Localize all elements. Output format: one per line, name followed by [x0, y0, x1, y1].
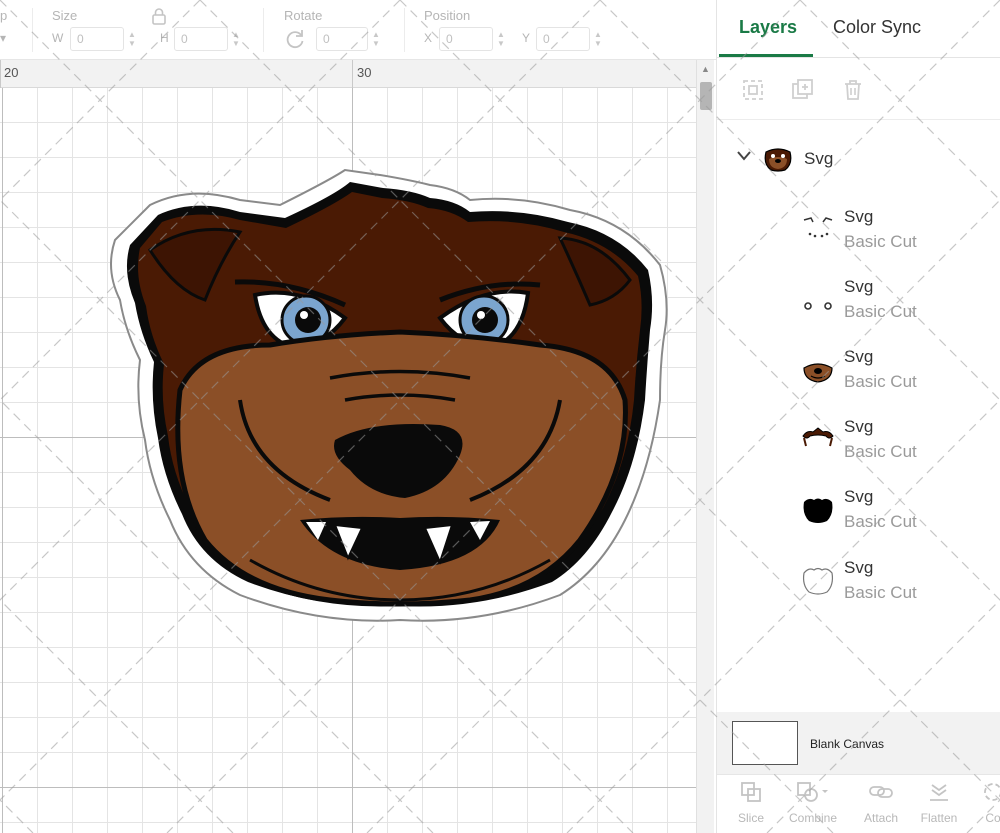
slice-icon: [721, 781, 781, 807]
layer-type: Basic Cut: [844, 583, 917, 602]
canvas-scrollbar[interactable]: ▲: [696, 60, 714, 833]
slice-label: Slice: [737, 811, 764, 825]
layer-name: Svg: [844, 487, 874, 506]
layer-item[interactable]: Svg Basic Cut: [717, 200, 1000, 262]
layer-type: Basic Cut: [844, 512, 917, 531]
layer-name: Svg: [844, 207, 874, 226]
y-position-input[interactable]: 0: [536, 27, 590, 51]
layer-item[interactable]: Svg Basic Cut: [717, 340, 1000, 402]
slice-button[interactable]: Slice: [721, 781, 781, 825]
active-tab-indicator: [719, 54, 813, 57]
size-label: Size: [52, 8, 78, 23]
design-canvas[interactable]: [0, 88, 696, 833]
width-stepper[interactable]: ▲ ▼: [124, 27, 140, 51]
group-name: Svg: [804, 149, 834, 168]
group-thumbnail: [763, 146, 793, 177]
rotate-input[interactable]: 0: [316, 27, 368, 51]
contour-icon: [963, 781, 1000, 807]
y-position-stepper[interactable]: ▲ ▼: [590, 27, 606, 51]
combine-button[interactable]: Combine: [783, 781, 843, 825]
rotate-icon: [284, 28, 306, 55]
layer-actions: [717, 58, 1000, 120]
layer-name: Svg: [844, 347, 874, 366]
duplicate-icon[interactable]: [791, 78, 815, 102]
contour-button[interactable]: Co: [963, 781, 1000, 825]
blank-canvas-row[interactable]: Blank Canvas: [717, 712, 1000, 774]
toolbar-partial-label: p: [0, 8, 8, 23]
panel-tabs: Layers Color Sync: [717, 0, 1000, 58]
white-offset-thumbnail: [801, 563, 835, 597]
chevron-down-icon[interactable]: [737, 148, 751, 165]
toolbar-divider: [263, 8, 264, 52]
layer-name: Svg: [844, 417, 874, 436]
combine-label: Combine: [788, 811, 838, 825]
layer-operations-bar: Slice Combine Attach Flatten Co: [717, 774, 1000, 833]
app-window: p ▾ Size W 0 ▲ ▼ H 0 ▲ ▼ Rotate 0 ▲ ▼ Posit…: [0, 0, 1000, 833]
contour-label: Co: [985, 811, 1000, 825]
rotate-label: Rotate: [284, 8, 323, 23]
height-letter: H: [160, 31, 169, 45]
ruler-mark: 20: [4, 65, 19, 80]
layers-panel: Layers Color Sync Svg Svg Basic Cut Svg …: [716, 0, 1000, 833]
height-input[interactable]: 0: [174, 27, 228, 51]
toolbar-divider: [404, 8, 405, 52]
height-stepper[interactable]: ▲ ▼: [228, 27, 244, 51]
attach-label: Attach: [863, 811, 899, 825]
lock-icon[interactable]: [152, 8, 166, 29]
toolbar-divider: [32, 8, 33, 52]
layer-item[interactable]: Svg Basic Cut: [717, 410, 1000, 472]
flatten-button[interactable]: Flatten: [909, 781, 969, 825]
layer-item[interactable]: Svg Basic Cut: [717, 551, 1000, 613]
layer-type: Basic Cut: [844, 232, 917, 251]
layer-item[interactable]: Svg Basic Cut: [717, 270, 1000, 332]
ruler-tick: [0, 60, 1, 88]
scroll-up-icon[interactable]: ▲: [701, 64, 710, 74]
group-icon[interactable]: [741, 78, 765, 102]
muzzle-thumbnail: [801, 352, 835, 386]
horizontal-ruler: 20 30: [0, 60, 696, 88]
flatten-label: Flatten: [920, 811, 958, 825]
layer-group-row[interactable]: Svg: [717, 138, 1000, 180]
position-label: Position: [424, 8, 471, 23]
eye-details-thumbnail: [801, 212, 835, 246]
black-outline-thumbnail: [801, 492, 835, 526]
blank-canvas-label: Blank Canvas: [810, 737, 885, 751]
ruler-mark: 30: [357, 65, 372, 80]
blank-canvas-swatch[interactable]: [732, 721, 798, 765]
fur-thumbnail: [801, 422, 835, 456]
x-letter: X: [424, 31, 433, 45]
combine-icon: [783, 781, 843, 807]
x-position-stepper[interactable]: ▲ ▼: [493, 27, 509, 51]
attach-icon: [851, 781, 911, 807]
rotate-stepper[interactable]: ▲ ▼: [368, 27, 384, 51]
x-position-input[interactable]: 0: [439, 27, 493, 51]
attach-button[interactable]: Attach: [851, 781, 911, 825]
layer-name: Svg: [844, 558, 874, 577]
layer-name: Svg: [844, 277, 874, 296]
width-letter: W: [52, 31, 64, 45]
layer-type: Basic Cut: [844, 442, 917, 461]
chevron-down-icon[interactable]: ▾: [0, 31, 6, 45]
tab-color-sync[interactable]: Color Sync: [833, 17, 921, 38]
scrollbar-thumb[interactable]: [700, 82, 712, 110]
layer-item[interactable]: Svg Basic Cut: [717, 480, 1000, 542]
y-letter: Y: [522, 31, 531, 45]
layer-type: Basic Cut: [844, 302, 917, 321]
pupils-thumbnail: [801, 282, 835, 316]
layer-type: Basic Cut: [844, 372, 917, 391]
delete-icon[interactable]: [841, 78, 865, 102]
edit-toolbar: p ▾ Size W 0 ▲ ▼ H 0 ▲ ▼ Rotate 0 ▲ ▼ Posit…: [0, 0, 716, 60]
ruler-tick: [352, 60, 353, 88]
flatten-icon: [909, 781, 969, 807]
tab-layers[interactable]: Layers: [739, 17, 797, 38]
width-input[interactable]: 0: [70, 27, 124, 51]
bear-mascot-image[interactable]: [0, 88, 696, 833]
